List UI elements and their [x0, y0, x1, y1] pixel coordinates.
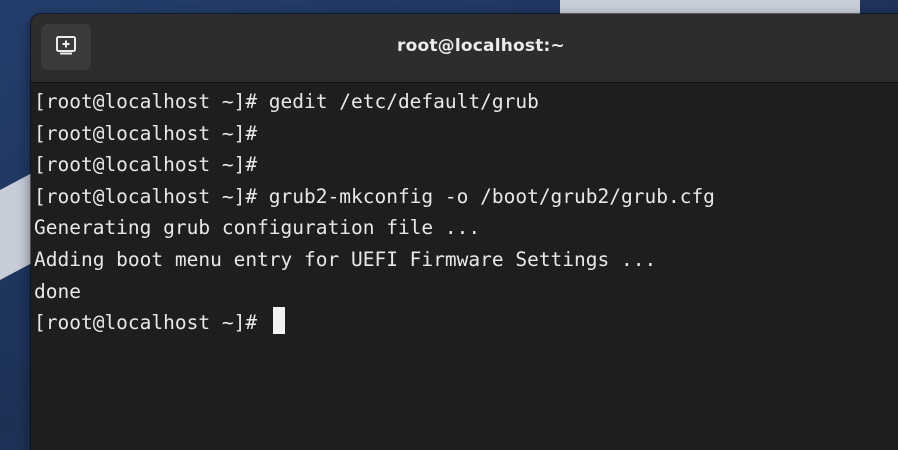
terminal-line: [root@localhost ~]#	[34, 121, 258, 145]
prompt-text: [root@localhost ~]#	[34, 311, 269, 335]
terminal-line: Generating grub configuration file ...	[34, 216, 481, 240]
terminal-output[interactable]: [root@localhost ~]# gedit /etc/default/g…	[34, 86, 898, 450]
terminal-line: [root@localhost ~]#	[34, 153, 258, 177]
terminal-line: Adding boot menu entry for UEFI Firmware…	[34, 247, 657, 271]
terminal-line: done	[34, 279, 81, 303]
window-title: root@localhost:~	[396, 36, 566, 56]
terminal-window: root@localhost:~ [root@localhost ~]# ged…	[31, 14, 898, 450]
terminal-line: [root@localhost ~]# grub2-mkconfig -o /b…	[34, 184, 715, 208]
terminal-prompt-line: [root@localhost ~]#	[34, 307, 898, 339]
terminal-line: [root@localhost ~]# gedit /etc/default/g…	[34, 90, 539, 113]
header-bar: root@localhost:~	[31, 14, 898, 83]
text-cursor	[272, 307, 285, 335]
